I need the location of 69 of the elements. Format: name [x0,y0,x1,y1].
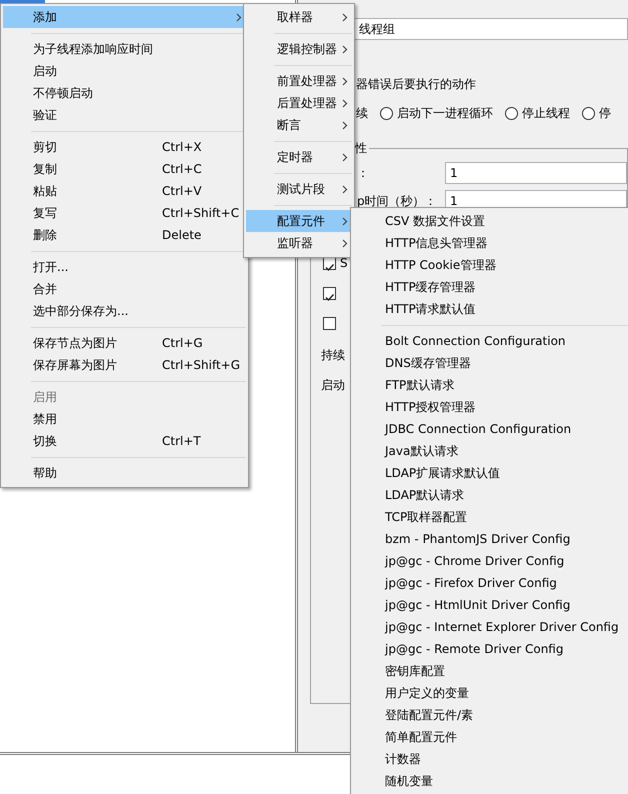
menu-item[interactable]: 密钥库配置 [353,660,628,682]
field-label: 持续 [321,347,345,364]
section-label: 器错误后要执行的动作 [356,76,476,93]
menu-item[interactable]: 选中部分保存为... [3,300,246,322]
menu-item[interactable]: 合并 [3,278,246,300]
menu-item[interactable]: 粘贴 Ctrl+V [3,180,246,202]
menu-item[interactable]: 禁用 [3,408,246,430]
radio-label: 续 [356,105,368,122]
menu-item[interactable]: 逻辑控制器 [246,38,352,60]
menu-item[interactable]: 监听器 [246,232,352,254]
menu-item[interactable]: 断言 [246,114,352,136]
checkbox[interactable] [323,316,336,330]
field-label: ： [356,165,370,182]
menu-item[interactable]: 测试片段 [246,178,352,200]
menu-item[interactable]: 复制 Ctrl+C [3,158,246,180]
menu-item[interactable]: 验证 [3,104,246,126]
menu-item[interactable]: 随机变量 [353,770,628,792]
menu-item[interactable]: bzm - PhantomJS Driver Config [353,528,628,550]
input-field[interactable]: 1 [445,162,627,184]
menu-item[interactable]: LDAP默认请求 [353,484,628,506]
radio-button[interactable] [582,106,595,120]
menu-item[interactable]: jp@gc - HtmlUnit Driver Config [353,594,628,616]
radio-label: 停 [599,105,611,122]
menu-item[interactable]: HTTP授权管理器 [353,396,628,418]
menu-item[interactable]: TCP取样器配置 [353,506,628,528]
menu-item[interactable]: 启动 [3,60,246,82]
menu-item[interactable]: CSV 数据文件设置 [353,210,628,232]
menu-item[interactable]: 保存节点为图片 Ctrl+G [3,332,246,354]
menu-item[interactable]: 登陆配置元件/素 [353,704,628,726]
menu-item[interactable]: 切换 Ctrl+T [3,430,246,452]
menu-item[interactable]: 删除 Delete [3,224,246,246]
menu-item[interactable]: 添加 [3,6,246,28]
menu-item[interactable]: 剪切 Ctrl+X [3,136,246,158]
menu-item[interactable]: jp@gc - Remote Driver Config [353,638,628,660]
menu-item[interactable]: 配置元件 [246,210,352,232]
menu-item[interactable]: 前置处理器 [246,70,352,92]
menu-item[interactable]: HTTP请求默认值 [353,298,628,320]
menu-item[interactable]: 用户定义的变量 [353,682,628,704]
menu-item[interactable]: HTTP信息头管理器 [353,232,628,254]
radio-button[interactable] [505,106,518,120]
menu-item[interactable]: 帮助 [3,462,246,484]
menu-item[interactable]: 简单配置元件 [353,726,628,748]
menu-item[interactable]: jp@gc - Internet Explorer Driver Config [353,616,628,638]
menu-item[interactable]: 保存屏幕为图片 Ctrl+Shift+G [3,354,246,376]
menu-item[interactable]: LDAP扩展请求默认值 [353,462,628,484]
group-label: 性 [354,142,368,154]
menu-item[interactable]: 后置处理器 [246,92,352,114]
menu-item[interactable]: 打开... [3,256,246,278]
menu-item[interactable]: 计数器 [353,748,628,770]
menu-item[interactable]: Bolt Connection Configuration [353,330,628,352]
radio-label: 启动下一进程循环 [397,105,493,122]
menu-item[interactable]: jp@gc - Firefox Driver Config [353,572,628,594]
menu-item[interactable]: 不停顿启动 [3,82,246,104]
radio-label: 停止线程 [522,105,570,122]
radio-button[interactable] [380,106,393,120]
field-label: 启动 [321,377,345,394]
menu-item[interactable]: 定时器 [246,146,352,168]
menu-item[interactable]: HTTP Cookie管理器 [353,254,628,276]
menu-item[interactable]: jp@gc - Chrome Driver Config [353,550,628,572]
menu-item[interactable]: 复写 Ctrl+Shift+C [3,202,246,224]
menu-item[interactable]: HTTP缓存管理器 [353,276,628,298]
menu-item[interactable]: FTP默认请求 [353,374,628,396]
field-label: p时间（秒）： [356,193,438,210]
menu-item[interactable]: 为子线程添加响应时间 [3,38,246,60]
menu-item[interactable]: Java默认请求 [353,440,628,462]
checkbox-label: S [340,255,348,272]
checkbox[interactable] [323,286,336,300]
menu-item[interactable]: DNS缓存管理器 [353,352,628,374]
menu-item[interactable]: JDBC Connection Configuration [353,418,628,440]
